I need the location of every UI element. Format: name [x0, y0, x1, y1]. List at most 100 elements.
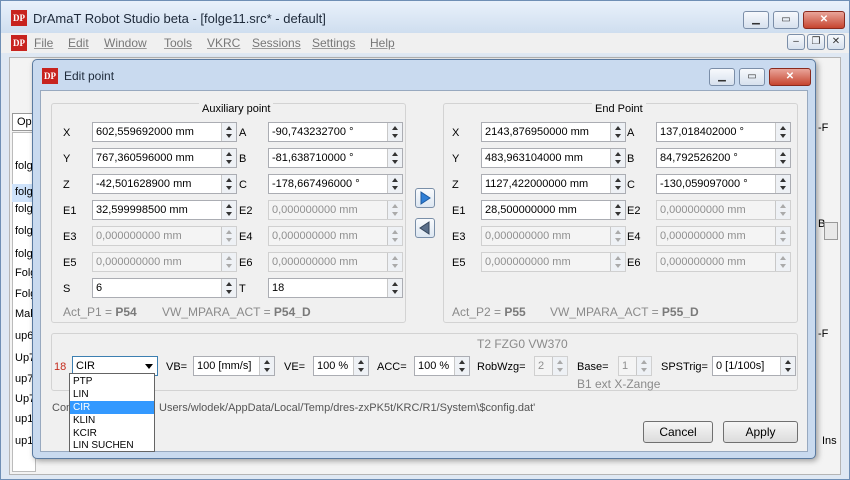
option-klin[interactable]: KLIN — [70, 414, 154, 427]
end-y-spinbox[interactable]: 483,963104000 mm — [481, 148, 626, 168]
spin-arrows-icon[interactable] — [610, 149, 625, 167]
dialog-title-bar: DP Edit point ▁ ▭ ✕ — [33, 60, 815, 90]
ve-spinbox[interactable]: 100 % — [313, 356, 369, 376]
maximize-button[interactable]: ▭ — [773, 11, 799, 29]
side-item[interactable]: up1 — [15, 435, 33, 447]
aux-c-spinbox[interactable]: -178,667496000 ° — [268, 174, 403, 194]
spin-arrows-icon[interactable] — [353, 357, 368, 375]
dialog-minimize-button[interactable]: ▁ — [709, 68, 735, 86]
acc-label: ACC= — [377, 361, 407, 373]
menu-vkrc[interactable]: VKRC — [207, 36, 240, 50]
mdi-minimize-button[interactable]: – — [787, 34, 805, 50]
acc-spinbox[interactable]: 100 % — [414, 356, 470, 376]
spin-arrows-icon[interactable] — [221, 201, 236, 219]
group-title: End Point — [592, 103, 646, 115]
menu-settings[interactable]: Settings — [312, 36, 355, 50]
copy-to-aux-button[interactable] — [415, 218, 435, 238]
spin-arrows-icon[interactable] — [775, 123, 790, 141]
spin-arrows-icon[interactable] — [387, 149, 402, 167]
end-a-spinbox[interactable]: 137,018402000 ° — [656, 122, 791, 142]
spin-arrows-icon — [387, 227, 402, 245]
side-item[interactable]: folg — [15, 203, 33, 215]
minimize-button[interactable]: ▁ — [743, 11, 769, 29]
menu-sessions[interactable]: Sessions — [252, 36, 301, 50]
menu-help[interactable]: Help — [370, 36, 395, 50]
option-lin-suchen[interactable]: LIN SUCHEN — [70, 439, 154, 452]
option-cir[interactable]: CIR — [70, 401, 154, 414]
field-label: B — [239, 153, 247, 165]
field-label: Y — [63, 153, 71, 165]
dialog-maximize-button[interactable]: ▭ — [739, 68, 765, 86]
spin-arrows-icon[interactable] — [454, 357, 469, 375]
mdi-close-button[interactable]: ✕ — [827, 34, 845, 50]
field-label: Z — [452, 179, 459, 191]
vw-mpara-act-aux-text: VW_MPARA_ACT = P54_D — [162, 305, 311, 319]
spin-arrows-icon — [221, 253, 236, 271]
copy-to-end-button[interactable] — [415, 188, 435, 208]
side-item[interactable]: folg — [15, 186, 33, 198]
end-e5-spinbox: 0,000000000 mm — [481, 252, 626, 272]
end-z-spinbox[interactable]: 1127,422000000 mm — [481, 174, 626, 194]
aux-z-spinbox[interactable]: -42,501628900 mm — [92, 174, 237, 194]
menu-tools[interactable]: Tools — [164, 36, 192, 50]
end-e1-spinbox[interactable]: 28,500000000 mm — [481, 200, 626, 220]
spin-arrows-icon[interactable] — [775, 149, 790, 167]
dialog-logo-icon: DP — [42, 68, 58, 84]
aux-t-spinbox[interactable]: 18 — [268, 278, 403, 298]
side-item[interactable]: up7 — [15, 373, 33, 385]
spin-arrows-icon[interactable] — [610, 201, 625, 219]
menu-edit[interactable]: Edit — [68, 36, 89, 50]
spin-arrows-icon[interactable] — [387, 279, 402, 297]
spin-arrows-icon[interactable] — [221, 279, 236, 297]
aux-b-spinbox[interactable]: -81,638710000 ° — [268, 148, 403, 168]
side-item[interactable]: folg — [15, 248, 33, 260]
spin-arrows-icon[interactable] — [387, 175, 402, 193]
cancel-button[interactable]: Cancel — [643, 421, 713, 443]
close-button[interactable]: ✕ — [803, 11, 845, 29]
spin-arrows-icon[interactable] — [221, 149, 236, 167]
scrollbar-thumb[interactable] — [824, 222, 838, 240]
spin-arrows-icon[interactable] — [610, 175, 625, 193]
side-item[interactable]: up1 — [15, 413, 33, 425]
end-c-spinbox[interactable]: -130,059097000 ° — [656, 174, 791, 194]
end-x-spinbox[interactable]: 2143,876950000 mm — [481, 122, 626, 142]
vb-spinbox[interactable]: 100 [mm/s] — [193, 356, 275, 376]
option-ptp[interactable]: PTP — [70, 375, 154, 388]
spin-arrows-icon[interactable] — [221, 123, 236, 141]
option-lin[interactable]: LIN — [70, 388, 154, 401]
field-label: E1 — [452, 205, 466, 217]
field-label: S — [63, 283, 71, 295]
main-title-bar: DP DrAmaT Robot Studio beta - [folge11.s… — [1, 1, 849, 33]
side-item[interactable]: folg — [15, 160, 33, 172]
spin-arrows-icon[interactable] — [780, 357, 795, 375]
minimize-icon: ▁ — [752, 14, 760, 25]
act-p2-text: Act_P2 = P55 — [452, 305, 526, 319]
spin-arrows-icon — [387, 201, 402, 219]
spin-arrows-icon[interactable] — [259, 357, 274, 375]
aux-y-spinbox[interactable]: 767,360596000 mm — [92, 148, 237, 168]
aux-s-spinbox[interactable]: 6 — [92, 278, 237, 298]
right-item: Ins — [822, 435, 837, 447]
menu-file[interactable]: File — [34, 36, 53, 50]
field-label: E5 — [452, 257, 466, 269]
spstrig-spinbox[interactable]: 0 [1/100s] — [712, 356, 796, 376]
mdi-restore-button[interactable]: ❐ — [807, 34, 825, 50]
aux-e1-spinbox[interactable]: 32,599998500 mm — [92, 200, 237, 220]
menu-bar: DP File Edit Window Tools VKRC Sessions … — [1, 33, 849, 53]
spin-arrows-icon[interactable] — [775, 175, 790, 193]
aux-a-spinbox[interactable]: -90,743232700 ° — [268, 122, 403, 142]
aux-x-spinbox[interactable]: 602,559692000 mm — [92, 122, 237, 142]
apply-button[interactable]: Apply — [723, 421, 798, 443]
menu-window[interactable]: Window — [104, 36, 147, 50]
spstrig-label: SPSTrig= — [661, 361, 708, 373]
vw-mpara-act-end-text: VW_MPARA_ACT = P55_D — [550, 305, 699, 319]
side-item[interactable]: up6 — [15, 330, 33, 342]
spin-arrows-icon[interactable] — [610, 123, 625, 141]
dialog-close-button[interactable]: ✕ — [769, 68, 811, 86]
spin-arrows-icon[interactable] — [221, 175, 236, 193]
side-item[interactable]: folg — [15, 225, 33, 237]
end-b-spinbox[interactable]: 84,792526200 ° — [656, 148, 791, 168]
arrow-right-icon — [420, 191, 431, 205]
spin-arrows-icon[interactable] — [387, 123, 402, 141]
field-label: T — [239, 283, 246, 295]
